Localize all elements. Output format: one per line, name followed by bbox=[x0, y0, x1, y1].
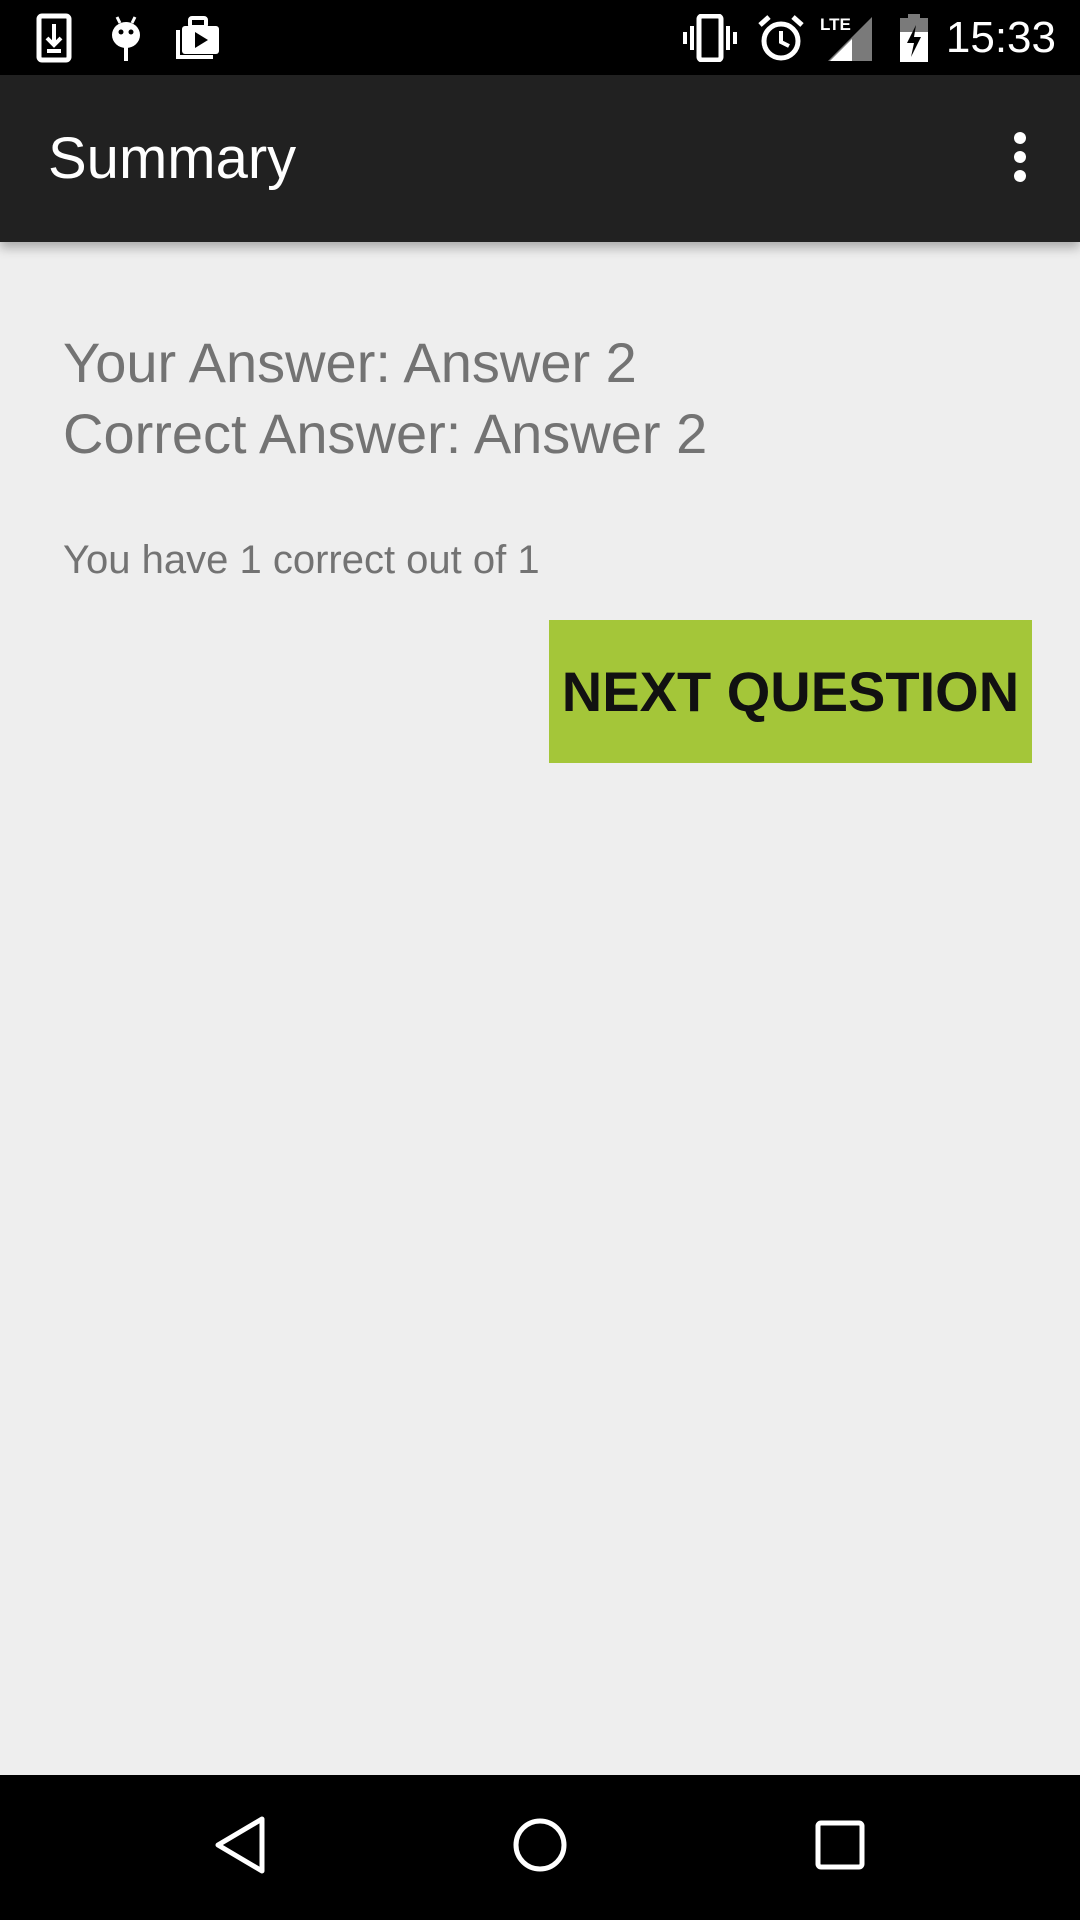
back-icon bbox=[210, 1814, 270, 1881]
recents-icon bbox=[812, 1817, 868, 1878]
download-icon bbox=[34, 10, 74, 66]
vibrate-icon bbox=[682, 10, 738, 66]
lte-label: LTE bbox=[820, 15, 851, 34]
more-vert-icon bbox=[1012, 131, 1028, 188]
status-time: 15:33 bbox=[945, 13, 1056, 62]
page-title: Summary bbox=[48, 126, 297, 191]
app-bar: Summary bbox=[0, 75, 1080, 242]
status-bar: LTE 15:33 bbox=[0, 0, 1080, 75]
play-store-icon bbox=[174, 10, 222, 66]
score-text: You have 1 correct out of 1 bbox=[63, 538, 540, 582]
summary-content: Your Answer: Answer 2 Correct Answer: An… bbox=[0, 242, 1080, 1775]
back-button[interactable] bbox=[190, 1797, 290, 1897]
overflow-menu-button[interactable] bbox=[990, 127, 1050, 191]
home-icon bbox=[510, 1815, 570, 1880]
recents-button[interactable] bbox=[790, 1797, 890, 1897]
correct-answer-text: Correct Answer: Answer 2 bbox=[63, 402, 708, 465]
lte-signal-icon: LTE bbox=[818, 10, 874, 66]
your-answer-text: Your Answer: Answer 2 bbox=[63, 331, 637, 394]
android-debug-icon bbox=[106, 10, 146, 66]
home-button[interactable] bbox=[490, 1797, 590, 1897]
next-question-button[interactable]: NEXT QUESTION bbox=[549, 620, 1032, 763]
alarm-icon bbox=[756, 10, 806, 66]
navigation-bar bbox=[0, 1775, 1080, 1920]
battery-charging-icon bbox=[898, 10, 930, 66]
